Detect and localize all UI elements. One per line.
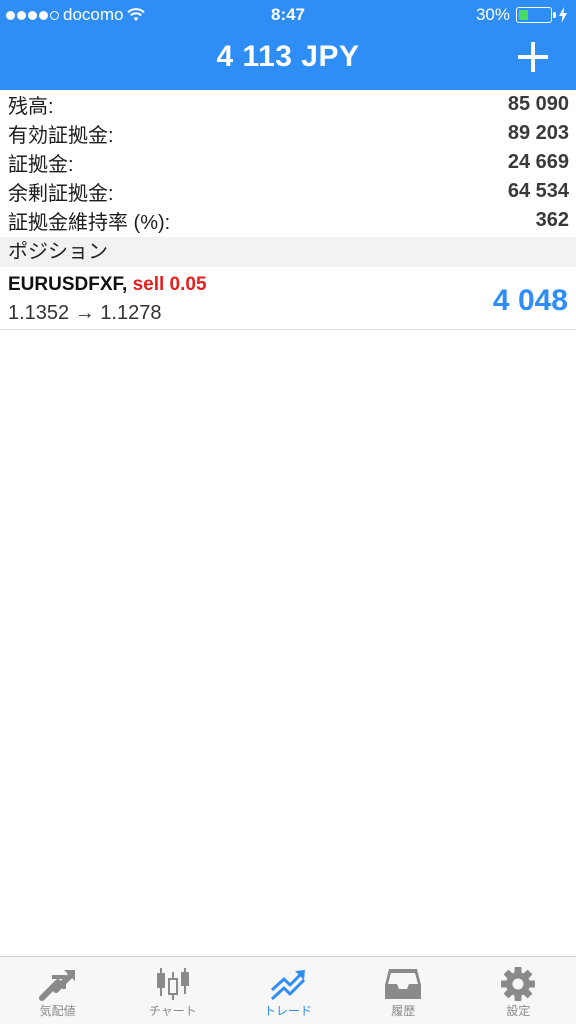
tab-trade-label: トレード [264,1004,313,1018]
position-symbol-line: EURUSDFXF, sell 0.05 [8,274,207,296]
charging-bolt-icon [559,7,567,23]
margin-value: 24 669 [507,151,569,173]
margin-level-row: 証拠金維持率 (%): 362 [0,206,576,235]
battery-percent: 30% [475,5,510,24]
positions-section-header: ポジション [0,237,576,267]
tab-chart[interactable]: チャート [115,957,230,1024]
settings-gear-icon [501,967,536,1001]
free-margin-value: 64 534 [507,180,569,202]
equity-row: 有効証拠金: 89 203 [0,119,576,148]
position-profit: 4 048 [492,284,568,317]
margin-row: 証拠金: 24 669 [0,148,576,177]
tab-chart-label: チャート [148,1004,197,1018]
status-right: 30% [476,5,568,25]
position-side-volume: sell 0.05 [132,274,207,295]
tab-quotes-label: 気配値 [39,1004,76,1018]
app-header: docomo 8:47 30% 4 113 JPY [0,0,576,90]
trade-trend-icon [270,970,306,1001]
margin-label: 証拠金: [8,154,74,176]
battery-icon [516,7,556,23]
status-bar: docomo 8:47 30% [0,0,576,30]
balance-value: 85 090 [507,93,569,115]
history-inbox-icon [385,969,422,999]
account-profit-title: 4 113 JPY [216,40,360,73]
candlestick-chart-icon [156,968,189,1000]
balance-row: 残高: 85 090 [0,90,576,119]
quotes-arrows-icon [38,970,75,1001]
tab-history[interactable]: 履歴 [346,957,461,1024]
tab-trade[interactable]: トレード [230,957,345,1024]
equity-value: 89 203 [507,122,569,144]
tab-quotes[interactable]: 気配値 [0,957,115,1024]
position-prices: 1.1352 → 1.1278 [8,302,162,324]
margin-level-value: 362 [535,209,569,231]
add-order-button[interactable] [518,42,548,72]
tab-settings-label: 設定 [506,1004,531,1018]
tab-history-label: 履歴 [391,1004,416,1018]
position-symbol: EURUSDFXF, [8,274,128,295]
margin-level-label: 証拠金維持率 (%): [8,212,171,234]
position-row[interactable]: EURUSDFXF, sell 0.05 1.1352 → 1.1278 4 0… [0,267,576,330]
battery-level [519,10,528,20]
balance-label: 残高: [8,96,54,118]
free-margin-row: 余剰証拠金: 64 534 [0,177,576,206]
tab-settings[interactable]: 設定 [461,957,576,1024]
equity-label: 有効証拠金: [8,125,114,147]
account-summary: 残高: 85 090 有効証拠金: 89 203 証拠金: 24 669 余剰証… [0,90,576,235]
tab-bar: 気配値 チャート トレード 履歴 設定 [0,956,576,1024]
free-margin-label: 余剰証拠金: [8,183,114,205]
